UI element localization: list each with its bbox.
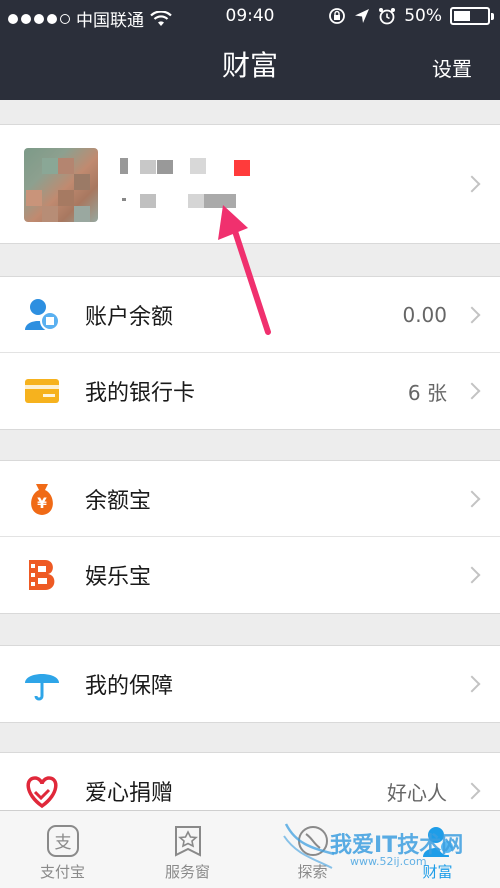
list-item-yulebao[interactable]: 娱乐宝: [0, 537, 500, 613]
list-item-label: 我的保障: [85, 674, 174, 699]
tab-label: 探索: [297, 863, 328, 881]
chevron-right-icon: [463, 675, 481, 693]
list-item-account-balance[interactable]: 账户余额 0.00: [0, 277, 500, 353]
chevron-right-icon: [463, 490, 481, 507]
tab-label: 支付宝: [39, 863, 85, 881]
tab-alipay[interactable]: 支 支付宝: [0, 811, 125, 888]
rotation-lock-icon: [329, 8, 346, 24]
tab-wealth[interactable]: 财富: [375, 811, 500, 888]
chevron-right-icon: [463, 306, 481, 323]
chevron-right-icon: [463, 175, 481, 193]
list-item-insurance[interactable]: 我的保障: [0, 646, 500, 722]
list-item-yuebao[interactable]: ¥ 余额宝: [0, 461, 500, 537]
tab-bar: 支 支付宝 服务窗 探索 财富: [0, 810, 500, 888]
section-investments: ¥ 余额宝 娱乐宝: [0, 460, 500, 614]
settings-button[interactable]: 设置: [432, 53, 472, 82]
section-insurance: 我的保障: [0, 645, 500, 723]
alarm-icon: [379, 8, 396, 25]
page-title: 财富: [221, 49, 278, 82]
svg-text:支: 支: [54, 833, 71, 853]
profile-card[interactable]: [0, 124, 500, 244]
heart-icon: [26, 776, 58, 809]
tab-explore[interactable]: 探索: [250, 811, 375, 888]
status-bar: 中国联通 09:40 50%: [0, 0, 500, 34]
umbrella-icon: [25, 674, 59, 701]
chevron-right-icon: [463, 782, 481, 800]
service-window-icon: [174, 826, 201, 857]
section-assets: 账户余额 0.00 我的银行卡 6 张: [0, 276, 500, 430]
donation-value: 好心人: [387, 780, 447, 805]
chevron-right-icon: [463, 566, 481, 584]
yulebao-icon: [29, 560, 55, 590]
top-bar: 中国联通 09:40 50% 财富 设置: [0, 0, 500, 100]
chevron-right-icon: [463, 382, 481, 400]
list-item-bank-card[interactable]: 我的银行卡 6 张: [0, 353, 500, 429]
bank-card-icon: [25, 379, 59, 403]
account-balance-value: 0.00: [402, 302, 447, 327]
battery-percent: 50%: [404, 6, 442, 26]
bank-card-count: 6 张: [407, 380, 447, 405]
list-item-label: 娱乐宝: [85, 565, 152, 590]
profile-row[interactable]: [0, 125, 500, 243]
explore-icon: [297, 826, 328, 856]
list-item-label: 爱心捐赠: [85, 781, 174, 806]
wealth-icon: [422, 827, 455, 857]
tab-label: 财富: [422, 863, 453, 881]
tab-service-window[interactable]: 服务窗: [125, 811, 250, 888]
battery-icon: [450, 7, 494, 25]
list-item-label: 账户余额: [85, 304, 174, 330]
yuebao-icon: ¥: [31, 483, 53, 515]
account-balance-icon: [25, 298, 60, 331]
status-right: 50%: [328, 6, 494, 26]
tab-label: 服务窗: [164, 863, 210, 881]
list-item-label: 我的银行卡: [85, 381, 196, 406]
svg-text:¥: ¥: [37, 496, 47, 512]
location-icon: [355, 9, 370, 23]
list-item-label: 余额宝: [85, 488, 152, 514]
alipay-icon: 支: [46, 825, 79, 857]
